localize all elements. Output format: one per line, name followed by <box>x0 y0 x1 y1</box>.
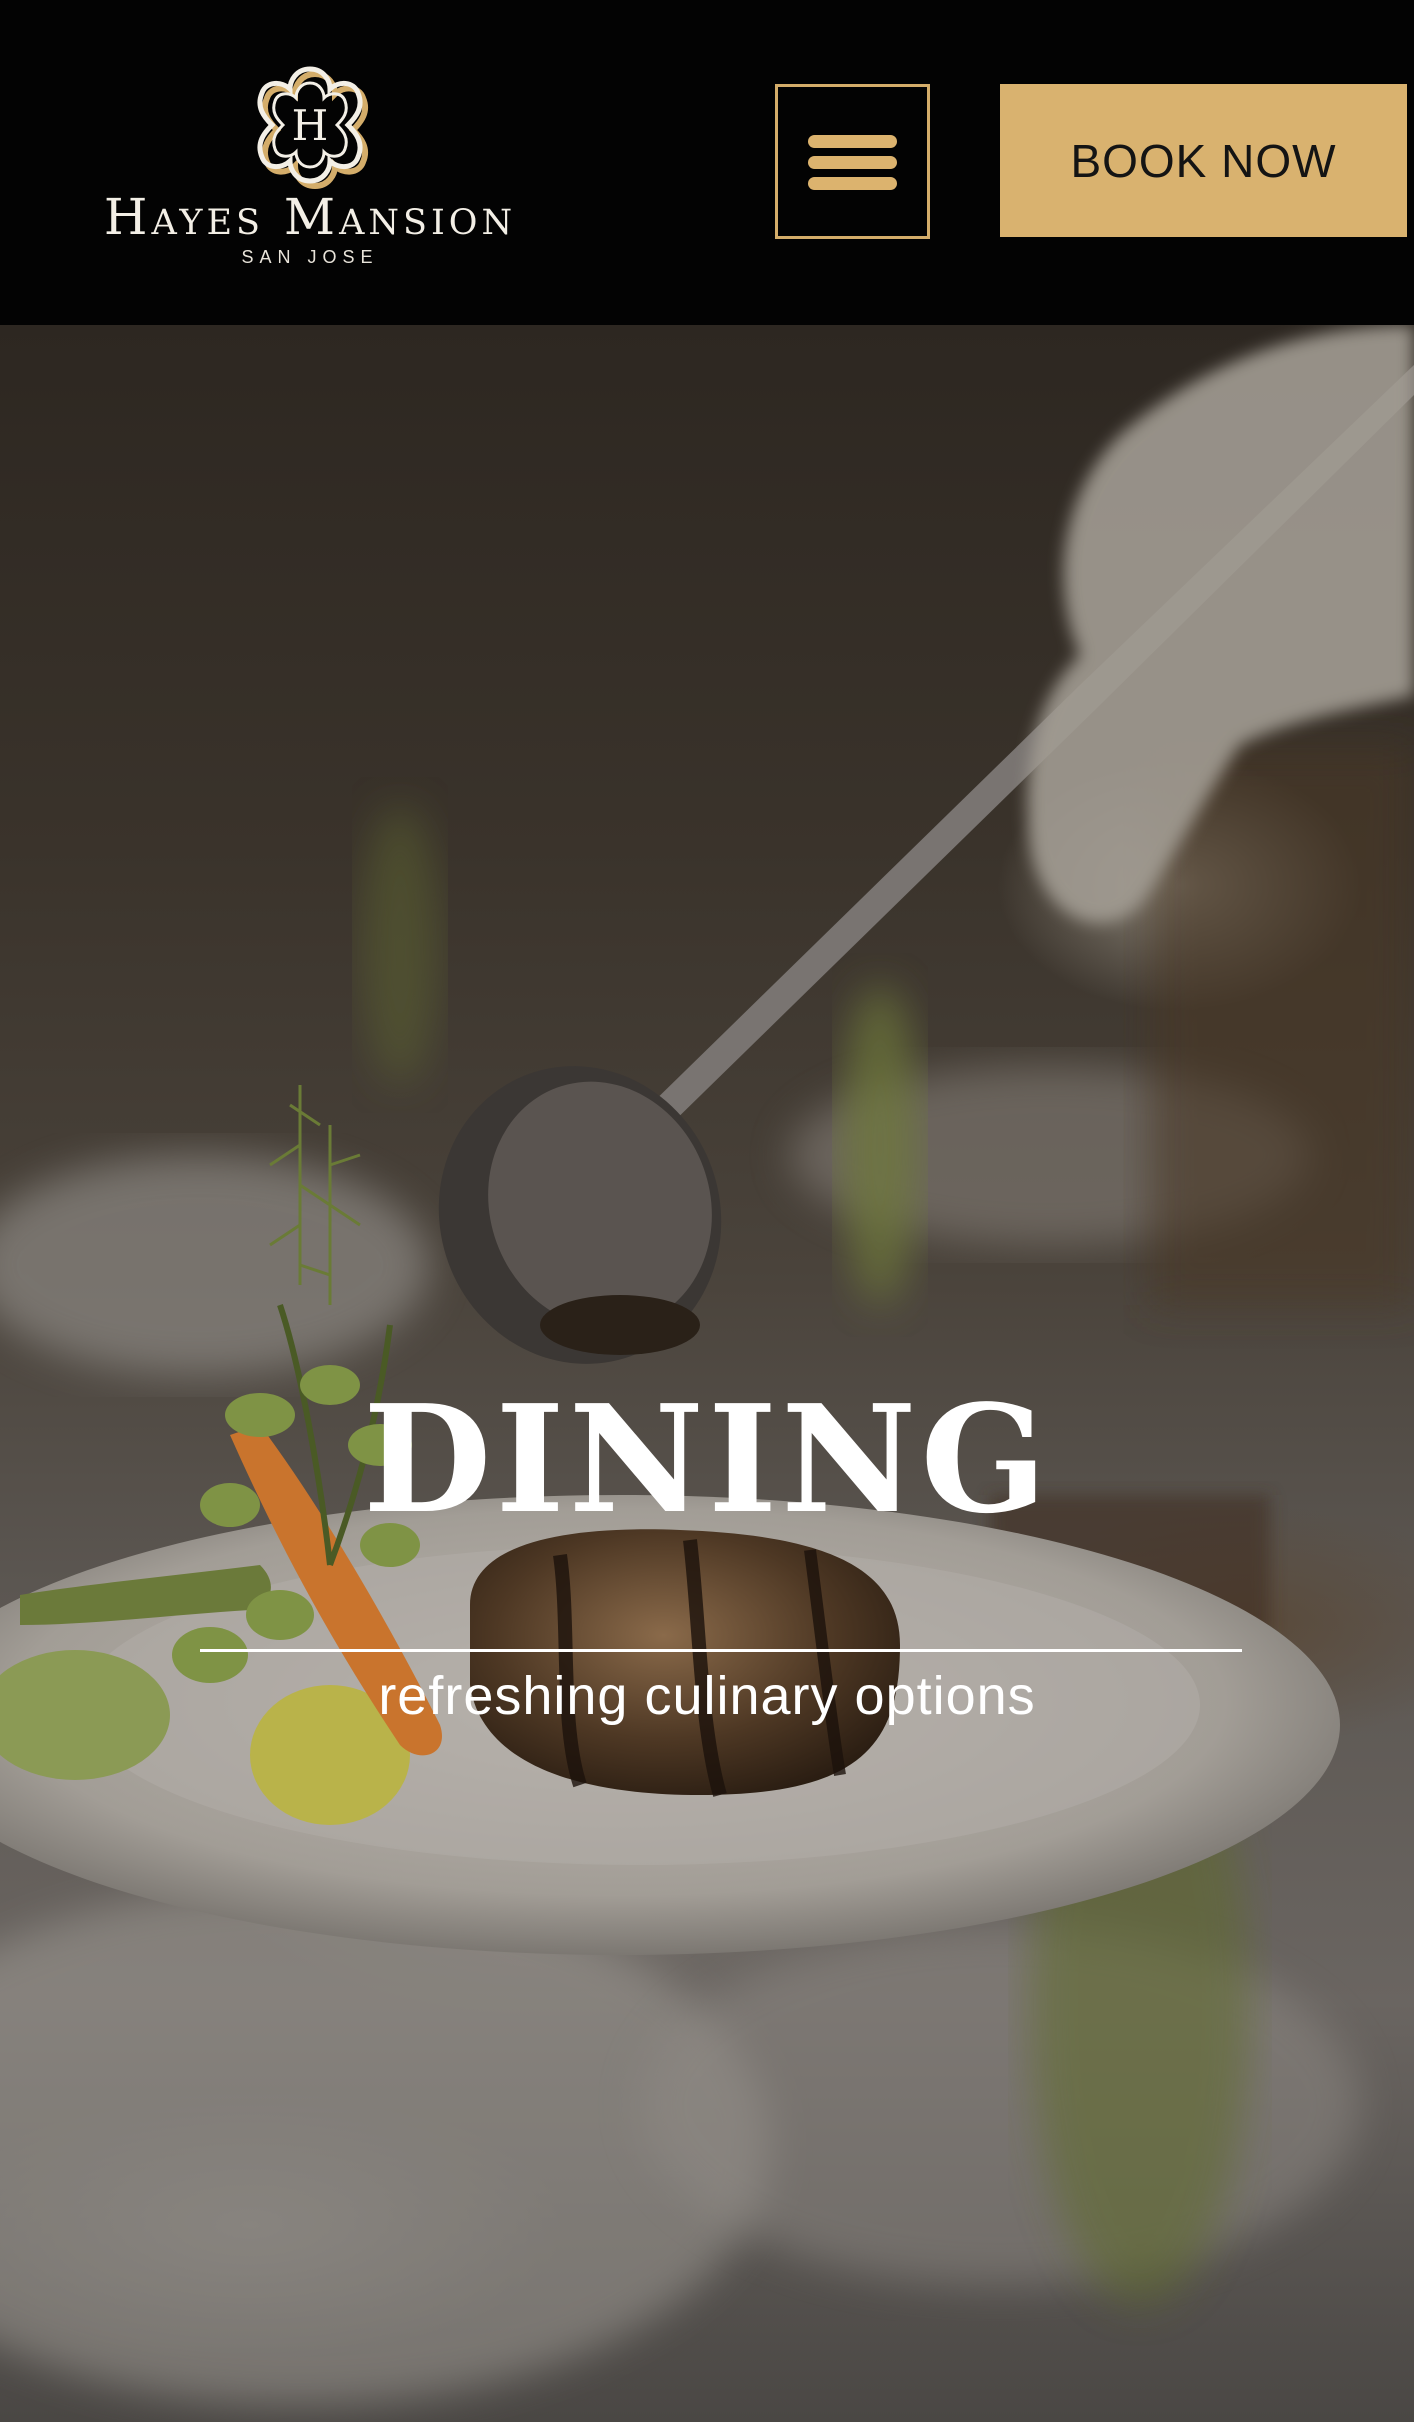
title-divider <box>200 1649 1242 1652</box>
page-title: DINING <box>363 1372 1051 1546</box>
hero-section: DINING refreshing culinary options <box>0 325 1414 2422</box>
site-header: H Hayes Mansion SAN JOSE BOOK NOW <box>0 0 1414 325</box>
book-now-button[interactable]: BOOK NOW <box>1000 84 1407 237</box>
logo-location: SAN JOSE <box>241 247 379 267</box>
page-subtitle: refreshing culinary options <box>378 1666 1036 1726</box>
quatrefoil-monogram-icon: H <box>257 66 369 190</box>
svg-text:H: H <box>292 101 329 150</box>
logo-name: Hayes Mansion <box>103 188 517 246</box>
hayes-mansion-logo[interactable]: H Hayes Mansion SAN JOSE <box>85 60 535 267</box>
menu-button[interactable] <box>775 84 930 239</box>
